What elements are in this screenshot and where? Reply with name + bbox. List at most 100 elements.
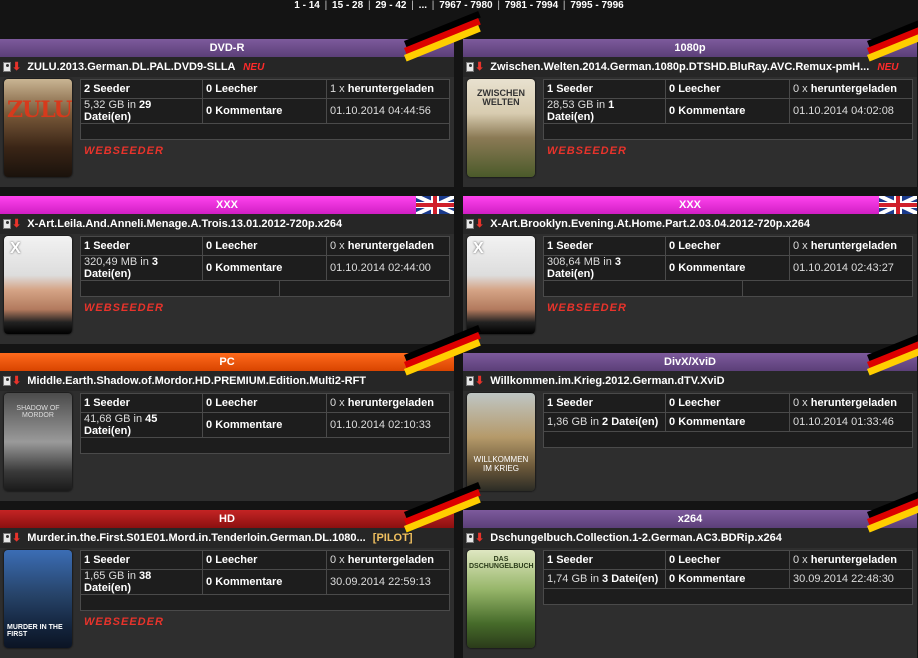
cover-image[interactable]: MURDER IN THE FIRST	[4, 550, 72, 648]
leecher-label: Leecher	[215, 397, 258, 409]
downloaded-cell[interactable]: 0 x heruntergeladen	[789, 393, 913, 413]
pilot-badge: [PILOT]	[372, 532, 413, 544]
cover-image[interactable]: ZULU	[4, 79, 72, 177]
cover-image[interactable]: ZWISCHEN WELTEN	[467, 79, 535, 177]
size-cell[interactable]: 28,53 GB in 1 Datei(en)	[543, 98, 666, 124]
title-icons: ⬇	[3, 371, 21, 391]
download-arrow-icon[interactable]: ⬇	[475, 371, 484, 391]
comments-cell[interactable]: 0 Kommentare	[202, 412, 327, 438]
downloaded-cell[interactable]: 1 x heruntergeladen	[326, 79, 450, 99]
category-header[interactable]: DVD-R	[0, 11, 481, 62]
page-link[interactable]: 7981 - 7994	[505, 0, 558, 11]
download-arrow-icon[interactable]: ⬇	[475, 528, 484, 548]
download-arrow-icon[interactable]: ⬇	[12, 371, 21, 391]
page-link[interactable]: 29 - 42	[375, 0, 406, 11]
category-header[interactable]: 1080p	[463, 11, 918, 62]
download-arrow-icon[interactable]: ⬇	[12, 214, 21, 234]
page-link[interactable]: 7967 - 7980	[439, 0, 492, 11]
leecher-cell[interactable]: 0 Leecher	[665, 79, 790, 99]
uploader-icon[interactable]	[3, 62, 11, 73]
comments-cell[interactable]: 0 Kommentare	[665, 98, 790, 124]
seeder-cell[interactable]: 1 Seeder	[80, 550, 203, 570]
download-arrow-icon[interactable]: ⬇	[12, 57, 21, 77]
page-link[interactable]: 15 - 28	[332, 0, 363, 11]
category-header[interactable]: XXX	[0, 196, 454, 214]
webseeder-badge: WEBSEEDER	[84, 145, 164, 157]
uploader-icon[interactable]	[466, 219, 474, 230]
leecher-cell[interactable]: 0 Leecher	[202, 79, 327, 99]
size-cell[interactable]: 1,65 GB in 38 Datei(en)	[80, 569, 203, 595]
size-cell[interactable]: 308,64 MB in 3 Datei(en)	[543, 255, 666, 281]
uploader-icon[interactable]	[3, 533, 11, 544]
seeder-cell[interactable]: 1 Seeder	[543, 79, 666, 99]
torrent-title-link[interactable]: X-Art.Brooklyn.Evening.At.Home.Part.2.03…	[490, 218, 810, 230]
category-header[interactable]: XXX	[463, 196, 917, 214]
cover-title: ZULU	[7, 97, 72, 123]
seeder-cell[interactable]: 1 Seeder	[543, 236, 666, 256]
download-arrow-icon[interactable]: ⬇	[475, 57, 484, 77]
category-header[interactable]: x264	[463, 482, 918, 533]
download-arrow-icon[interactable]: ⬇	[475, 214, 484, 234]
category-header[interactable]: PC	[0, 325, 481, 376]
uploader-icon[interactable]	[466, 62, 474, 73]
leecher-cell[interactable]: 0 Leecher	[665, 550, 790, 570]
downloaded-cell[interactable]: 0 x heruntergeladen	[789, 550, 913, 570]
downloaded-cell[interactable]: 0 x heruntergeladen	[789, 79, 913, 99]
size-value: 1,65 GB	[84, 570, 125, 582]
comments-cell[interactable]: 0 Kommentare	[202, 255, 327, 281]
downloaded-cell[interactable]: 0 x heruntergeladen	[326, 550, 450, 570]
torrent-title-link[interactable]: Murder.in.the.First.S01E01.Mord.in.Tende…	[27, 532, 365, 544]
leecher-count: 0	[669, 240, 676, 252]
torrent-stats: 1 Seeder 0 Leecher 0 x heruntergeladen 1…	[543, 393, 913, 448]
seeder-count: 1	[84, 240, 91, 252]
comments-cell[interactable]: 0 Kommentare	[202, 98, 327, 124]
category-header[interactable]: HD	[0, 482, 481, 533]
leecher-cell[interactable]: 0 Leecher	[665, 236, 790, 256]
torrent-title-link[interactable]: X-Art.Leila.And.Anneli.Menage.A.Trois.13…	[27, 218, 342, 230]
category-header[interactable]: DivX/XviD	[463, 325, 918, 376]
size-cell[interactable]: 1,74 GB in 3 Datei(en)	[543, 569, 666, 589]
leecher-cell[interactable]: 0 Leecher	[202, 393, 327, 413]
size-cell[interactable]: 5,32 GB in 29 Datei(en)	[80, 98, 203, 124]
page-link[interactable]: 1 - 14	[294, 0, 320, 11]
torrent-stats: 1 Seeder 0 Leecher 0 x heruntergeladen 3…	[543, 236, 913, 317]
uploader-icon[interactable]	[466, 376, 474, 387]
torrent-title-link[interactable]: Middle.Earth.Shadow.of.Mordor.HD.PREMIUM…	[27, 375, 366, 387]
downloaded-cell[interactable]: 0 x heruntergeladen	[326, 236, 450, 256]
torrent-title-link[interactable]: Dschungelbuch.Collection.1-2.German.AC3.…	[490, 532, 782, 544]
comments-cell[interactable]: 0 Kommentare	[665, 412, 790, 432]
comment-count: 0	[669, 573, 676, 585]
cover-image[interactable]: X	[467, 236, 535, 334]
leecher-cell[interactable]: 0 Leecher	[202, 236, 327, 256]
seeder-cell[interactable]: 1 Seeder	[80, 236, 203, 256]
seeder-cell[interactable]: 1 Seeder	[543, 550, 666, 570]
seeder-label: Seeder	[556, 240, 593, 252]
torrent-title-link[interactable]: Zwischen.Welten.2014.German.1080p.DTSHD.…	[490, 61, 869, 73]
comments-cell[interactable]: 0 Kommentare	[665, 255, 790, 281]
size-cell[interactable]: 1,36 GB in 2 Datei(en)	[543, 412, 666, 432]
torrent-title-link[interactable]: ZULU.2013.German.DL.PAL.DVD9-SLLA	[27, 61, 235, 73]
torrent-title-link[interactable]: Willkommen.im.Krieg.2012.German.dTV.XviD	[490, 375, 724, 387]
comments-cell[interactable]: 0 Kommentare	[202, 569, 327, 595]
comments-cell[interactable]: 0 Kommentare	[665, 569, 790, 589]
seeder-cell[interactable]: 1 Seeder	[543, 393, 666, 413]
cover-image[interactable]: X	[4, 236, 72, 334]
download-arrow-icon[interactable]: ⬇	[12, 528, 21, 548]
uploader-icon[interactable]	[466, 533, 474, 544]
seeder-cell[interactable]: 2 Seeder	[80, 79, 203, 99]
size-cell[interactable]: 41,68 GB in 45 Datei(en)	[80, 412, 203, 438]
downloaded-cell[interactable]: 0 x heruntergeladen	[789, 236, 913, 256]
page-link[interactable]: 7995 - 7996	[570, 0, 623, 11]
cover-image[interactable]: SHADOW OF MORDOR	[4, 393, 72, 491]
torrent-title-row: ⬇ X-Art.Brooklyn.Evening.At.Home.Part.2.…	[463, 214, 917, 234]
cover-image[interactable]: DAS DSCHUNGELBUCH	[467, 550, 535, 648]
downloaded-cell[interactable]: 0 x heruntergeladen	[326, 393, 450, 413]
uploader-icon[interactable]	[3, 219, 11, 230]
leecher-cell[interactable]: 0 Leecher	[665, 393, 790, 413]
size-cell[interactable]: 320,49 MB in 3 Datei(en)	[80, 255, 203, 281]
file-count: 3	[602, 573, 609, 585]
seeder-cell[interactable]: 1 Seeder	[80, 393, 203, 413]
cover-image[interactable]: WILLKOMMEN IM KRIEG	[467, 393, 535, 491]
leecher-cell[interactable]: 0 Leecher	[202, 550, 327, 570]
uploader-icon[interactable]	[3, 376, 11, 387]
